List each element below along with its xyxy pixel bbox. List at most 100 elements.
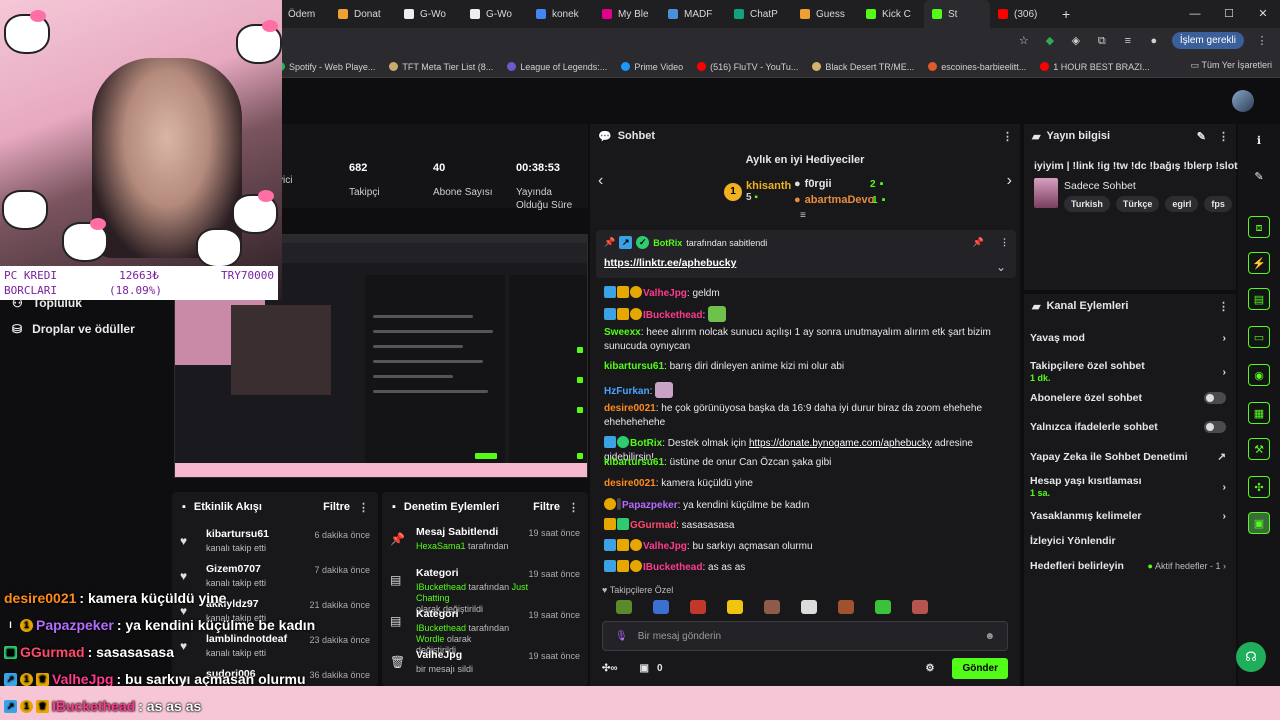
points-icon[interactable]: ✣∞ (602, 663, 618, 674)
pinned-link[interactable]: https://linktr.ee/aphebucky (604, 257, 1008, 269)
media-icon[interactable]: ≡ (1120, 33, 1136, 49)
profile-action-button[interactable]: İşlem gerekli (1171, 32, 1244, 49)
maximize-button[interactable]: ☐ (1212, 0, 1246, 28)
channel-action-row[interactable]: Yavaş mod › (1030, 332, 1226, 344)
stream-info-menu-icon[interactable]: ⋮ (1218, 130, 1229, 143)
chevron-left-icon[interactable]: ‹ (598, 172, 603, 190)
bookmark-item[interactable]: Black Desert TR/ME... (812, 62, 914, 72)
broadcast-icon[interactable]: ◉ (1248, 364, 1270, 386)
chat-menu-icon[interactable]: ⋮ (1002, 130, 1013, 143)
edit-icon[interactable]: ✎ (1197, 130, 1206, 143)
browser-tab[interactable]: G-Wo (462, 0, 528, 28)
stream-tag[interactable]: Türkçe (1115, 196, 1160, 212)
emote-icon[interactable] (801, 600, 817, 614)
activity-menu-icon[interactable]: ⋮ (358, 501, 369, 514)
extension-diamond-icon[interactable]: ◈ (1068, 33, 1084, 49)
chat-input[interactable]: 🎙 Bir mesaj gönderin ☻ (602, 621, 1008, 651)
emote-icon[interactable] (912, 600, 928, 614)
bookmark-item[interactable]: League of Legends:... (507, 62, 607, 72)
bookmark-item[interactable]: Spotify - Web Playe... (276, 62, 375, 72)
emoji-icon[interactable]: ☻ (984, 631, 995, 642)
toggle-switch[interactable] (1204, 421, 1226, 433)
emote-icon[interactable] (690, 600, 706, 614)
channel-action-row[interactable]: Hedefleri belirleyin ● Aktif hedefler - 1… (1030, 560, 1226, 572)
close-window-button[interactable]: ✕ (1246, 0, 1280, 28)
all-bookmarks[interactable]: ▭ Tüm Yer İşaretleri (1191, 60, 1272, 71)
channel-action-row[interactable]: Abonelere özel sohbet (1030, 392, 1226, 404)
browser-tab[interactable]: MADF (660, 0, 726, 28)
minimize-button[interactable]: — (1178, 0, 1212, 28)
chevron-down-icon[interactable]: ⌄ (996, 260, 1006, 274)
toggle-switch[interactable] (1204, 392, 1226, 404)
emote-icon[interactable] (727, 600, 743, 614)
moderation-item[interactable]: ▤ Kategori IBuckethead tarafından Just Cha… (390, 567, 580, 614)
donate-link[interactable]: https://donate.bynogame.com/aphebucky (749, 438, 932, 449)
info-circle-icon[interactable]: ℹ (1248, 130, 1270, 152)
channel-action-row[interactable]: Yalnızca ifadelerle sohbet (1030, 421, 1226, 433)
tools-icon[interactable]: ⚒ (1248, 438, 1270, 460)
activity-item[interactable]: ♥ lamblindnotdeaf kanalı takip etti 23 daki… (180, 633, 370, 669)
stream-tag[interactable]: fps (1204, 196, 1232, 212)
document-icon[interactable]: ▤ (1248, 288, 1270, 310)
chat-bubble-icon[interactable]: ▭ (1248, 326, 1270, 348)
emote-icon[interactable] (616, 600, 632, 614)
moderation-item[interactable]: 🗑 ValheJpg bir mesajı sildi 19 saat önce (390, 649, 580, 689)
bookmark-item[interactable]: TFT Meta Tier List (8... (389, 62, 493, 72)
bookmark-item[interactable]: 1 HOUR BEST BRAZI... (1040, 62, 1150, 72)
emote-icon[interactable] (653, 600, 669, 614)
moderation-filter-button[interactable]: Filtre (533, 501, 560, 513)
profile-avatar-icon[interactable]: ● (1146, 33, 1162, 49)
pencil-icon[interactable]: ✎ (1248, 166, 1270, 188)
channel-action-row[interactable]: Yapay Zeka ile Sohbet Denetimi ↗ (1030, 451, 1226, 463)
star-icon[interactable]: ☆ (1016, 33, 1032, 49)
layout-icon[interactable]: ▦ (1248, 402, 1270, 424)
emote-icon[interactable] (838, 600, 854, 614)
collapse-icon[interactable]: ≡ (800, 210, 806, 221)
activity-item[interactable]: ♥ kibartursu61 kanalı takip etti 6 dakika ö… (180, 528, 370, 564)
moderation-menu-icon[interactable]: ⋮ (568, 501, 579, 514)
puzzle-icon[interactable]: ⧉ (1094, 33, 1110, 49)
pinned-menu-icon[interactable]: ⋮ (1000, 237, 1009, 248)
browser-tab[interactable]: Kick C (858, 0, 924, 28)
points-icon[interactable]: ✣ (1248, 476, 1270, 498)
gifter-second[interactable]: ● f0rgii (794, 178, 832, 190)
shield-icon[interactable]: ◆ (1042, 33, 1058, 49)
gifter-first[interactable]: 1 khisanth 5 ▪ (724, 180, 791, 204)
bookmark-item[interactable]: Prime Video (621, 62, 683, 72)
clip-icon[interactable]: ⧈ (1248, 216, 1270, 238)
browser-tab[interactable]: My Ble (594, 0, 660, 28)
browser-tab[interactable]: Donat (330, 0, 396, 28)
send-button[interactable]: Gönder (952, 657, 1008, 679)
stream-tag[interactable]: Turkish (1064, 196, 1110, 212)
browser-tab[interactable]: Guess (792, 0, 858, 28)
browser-tab[interactable]: (306) (990, 0, 1056, 28)
stream-tag[interactable]: egirl (1165, 196, 1199, 212)
moderation-item[interactable]: 📌 Mesaj Sabitlendi HexaSama1 tarafından 19 … (390, 526, 580, 566)
flash-icon[interactable]: ⚡ (1248, 252, 1270, 274)
activity-filter-button[interactable]: Filtre (323, 501, 350, 513)
moderation-item[interactable]: ▤ Kategori IBuckethead tarafından Wordle o… (390, 608, 580, 655)
channel-action-row[interactable]: Takipçilere özel sohbet 1 dk. › (1030, 360, 1226, 383)
app-icon[interactable]: ▣ (1248, 512, 1270, 534)
gift-icon[interactable]: ▣ (640, 663, 649, 674)
browser-tab[interactable]: G-Wo (396, 0, 462, 28)
sidebar-item-drops[interactable]: ⛁ Droplar ve ödüller (12, 322, 135, 336)
channel-action-row[interactable]: Hesap yaşı kısıtlaması 1 sa. › (1030, 475, 1226, 498)
bookmark-item[interactable]: (516) FluTV - YouTu... (697, 62, 798, 72)
support-headset-icon[interactable]: ☊ (1236, 642, 1266, 672)
unpin-icon[interactable]: 📌 (973, 237, 984, 248)
channel-action-row[interactable]: İzleyici Yönlendir (1030, 535, 1226, 547)
bookmark-item[interactable]: escoines-barbieelitt... (928, 62, 1026, 72)
channel-actions-menu-icon[interactable]: ⋮ (1218, 300, 1229, 313)
menu-kebab-icon[interactable]: ⋮ (1254, 33, 1270, 49)
new-tab-button[interactable]: + (1062, 6, 1070, 22)
browser-tab[interactable]: ChatP (726, 0, 792, 28)
microphone-icon[interactable]: 🎙 (615, 631, 628, 642)
browser-tab[interactable]: konek (528, 0, 594, 28)
emote-icon[interactable] (875, 600, 891, 614)
chevron-right-icon[interactable]: › (1007, 172, 1012, 190)
settings-gear-icon[interactable]: ⚙ (925, 663, 934, 674)
browser-tab[interactable]: St (924, 0, 990, 28)
emote-icon[interactable] (764, 600, 780, 614)
user-avatar[interactable] (1232, 90, 1254, 112)
